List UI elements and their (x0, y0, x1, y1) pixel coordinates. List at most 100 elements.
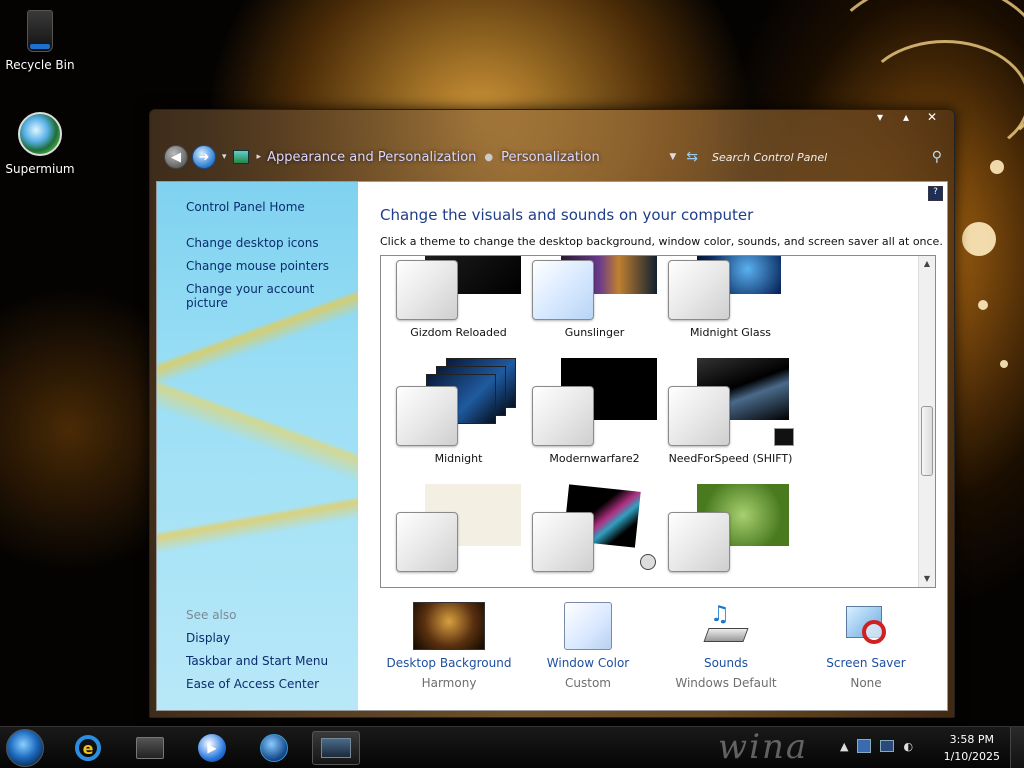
help-button[interactable]: ? (928, 186, 943, 201)
sounds-button[interactable]: ♫ Sounds Windows Default (656, 602, 796, 690)
forward-arrow-icon: ➜ (198, 149, 210, 165)
sidebar-link-ease-of-access[interactable]: Ease of Access Center (186, 677, 319, 691)
theme-list-scrollbar[interactable]: ▲ ▼ (918, 256, 935, 587)
sidebar-link-mouse-pointers[interactable]: Change mouse pointers (186, 259, 329, 273)
wallpaper-dot (962, 222, 996, 256)
recent-pages-icon[interactable]: ▾ (222, 152, 227, 162)
theme-midnight-glass[interactable]: Midnight Glass (668, 256, 798, 352)
taskbar-browser[interactable] (250, 731, 298, 765)
control-panel-icon (232, 150, 249, 164)
back-button[interactable]: ◀ (164, 145, 188, 169)
forward-button[interactable]: ➜ (192, 145, 216, 169)
theme-color-swatch (532, 260, 594, 320)
show-desktop-button[interactable] (1010, 727, 1024, 768)
skull-badge-icon (640, 554, 656, 570)
sidebar-link-display[interactable]: Display (186, 631, 230, 645)
sounds-value: Windows Default (675, 676, 777, 690)
desktop-background-button[interactable]: Desktop Background Harmony (379, 602, 519, 690)
maximize-button[interactable]: ▴ (896, 110, 916, 124)
theme-modernwarfare2[interactable]: Modernwarfare2 (532, 358, 662, 478)
page-subtitle: Click a theme to change the desktop back… (380, 235, 943, 248)
see-also-heading: See also (186, 608, 237, 622)
sounds-label: Sounds (703, 656, 749, 670)
clock-date: 1/10/2025 (943, 750, 1000, 763)
minimize-button[interactable]: ▾ (870, 110, 890, 124)
control-panel-icon (321, 738, 351, 758)
desktop-icon-recycle-bin[interactable]: Recycle Bin (0, 10, 80, 72)
sidebar: Control Panel Home Change desktop icons … (157, 182, 358, 710)
search-icon[interactable]: ⚲ (932, 149, 942, 165)
recycle-bin-icon (27, 10, 53, 52)
search-box: ⚲ (712, 146, 942, 168)
page-title: Change the visuals and sounds on your co… (380, 206, 754, 224)
scroll-thumb[interactable] (921, 406, 933, 476)
window-content: Control Panel Home Change desktop icons … (156, 181, 948, 711)
breadcrumb-separator-icon[interactable]: ● (484, 152, 493, 163)
start-button[interactable] (6, 729, 44, 767)
theme-item[interactable] (668, 484, 798, 587)
sidebar-link-taskbar[interactable]: Taskbar and Start Menu (186, 654, 328, 668)
desktop-background-icon (413, 602, 485, 650)
theme-item[interactable] (396, 484, 526, 587)
screen-saver-value: None (850, 676, 882, 690)
clock[interactable]: 3:58 PM 1/10/2025 (944, 731, 1000, 765)
media-player-icon: ▶ (198, 734, 226, 762)
screen-saver-label: Screen Saver (826, 656, 906, 670)
back-arrow-icon: ◀ (171, 149, 181, 165)
desktop-icon-label: Supermium (5, 162, 75, 176)
taskbar-explorer[interactable] (126, 731, 174, 765)
theme-name: Gunslinger (564, 326, 625, 339)
close-button[interactable]: ✕ (922, 110, 942, 124)
desktop-background-value: Harmony (421, 676, 477, 690)
theme-needforspeed-shift[interactable]: NeedForSpeed (SHIFT) (668, 358, 798, 478)
globe-icon (260, 734, 288, 762)
desktop-icon-supermium[interactable]: Supermium (0, 112, 80, 176)
window-color-icon (564, 602, 612, 650)
theme-midnight[interactable]: Midnight (396, 358, 526, 478)
scroll-down-icon[interactable]: ▼ (919, 571, 935, 587)
window-color-button[interactable]: Window Color Custom (518, 602, 658, 690)
action-center-icon[interactable] (880, 740, 895, 752)
theme-name: Midnight Glass (689, 326, 772, 339)
theme-color-swatch (396, 260, 458, 320)
scroll-up-icon[interactable]: ▲ (919, 256, 935, 272)
screen-saver-button[interactable]: Screen Saver None (796, 602, 936, 690)
sounds-icon: ♫ (702, 602, 750, 650)
volume-icon[interactable]: ◐ (903, 740, 913, 753)
theme-item[interactable] (532, 484, 662, 587)
refresh-icon[interactable]: ⇆ (686, 149, 698, 165)
supermium-icon (18, 112, 62, 156)
navigation-bar: ◀ ➜ ▾ ▸ Appearance and Personalization ●… (164, 144, 942, 170)
taskbar-internet-explorer[interactable]: e (64, 731, 112, 765)
taskbar: e ▶ wina ▲ ◐ 3:58 PM 1/10/2025 (0, 726, 1024, 768)
theme-color-swatch (668, 386, 730, 446)
theme-gizdom-reloaded[interactable]: Gizdom Reloaded (396, 256, 526, 352)
theme-name: Midnight (434, 452, 483, 465)
sidebar-link-control-panel-home[interactable]: Control Panel Home (186, 200, 305, 214)
address-dropdown-icon[interactable]: ▼ (669, 152, 676, 162)
taskbar-media-player[interactable]: ▶ (188, 731, 236, 765)
window-controls: ▾ ▴ ✕ (870, 110, 942, 124)
internet-explorer-icon: e (75, 735, 101, 761)
system-tray: ▲ ◐ (840, 739, 913, 753)
theme-name: Modernwarfare2 (549, 452, 640, 465)
theme-color-swatch (396, 512, 458, 572)
sidebar-link-account-picture[interactable]: Change your account picture (186, 282, 358, 310)
control-panel-window: ▾ ▴ ✕ ◀ ➜ ▾ ▸ Appearance and Personaliza… (149, 109, 955, 718)
network-icon[interactable] (857, 739, 872, 753)
show-hidden-icons-icon[interactable]: ▲ (840, 740, 848, 753)
sidebar-link-desktop-icons[interactable]: Change desktop icons (186, 236, 319, 250)
search-input[interactable] (712, 150, 932, 164)
desktop-icon-label: Recycle Bin (5, 58, 75, 72)
breadcrumb-chevron-icon[interactable]: ▸ (257, 152, 262, 162)
window-color-value: Custom (565, 676, 611, 690)
screensaver-badge-icon (774, 428, 794, 446)
window-color-label: Window Color (546, 656, 630, 670)
screen-saver-icon (842, 602, 890, 650)
theme-gunslinger[interactable]: Gunslinger (532, 256, 662, 352)
breadcrumb-personalization[interactable]: Personalization (501, 150, 600, 165)
breadcrumb-appearance[interactable]: Appearance and Personalization (267, 150, 476, 165)
wallpaper-dot (990, 160, 1004, 174)
theme-color-swatch (668, 512, 730, 572)
taskbar-control-panel[interactable] (312, 731, 360, 765)
